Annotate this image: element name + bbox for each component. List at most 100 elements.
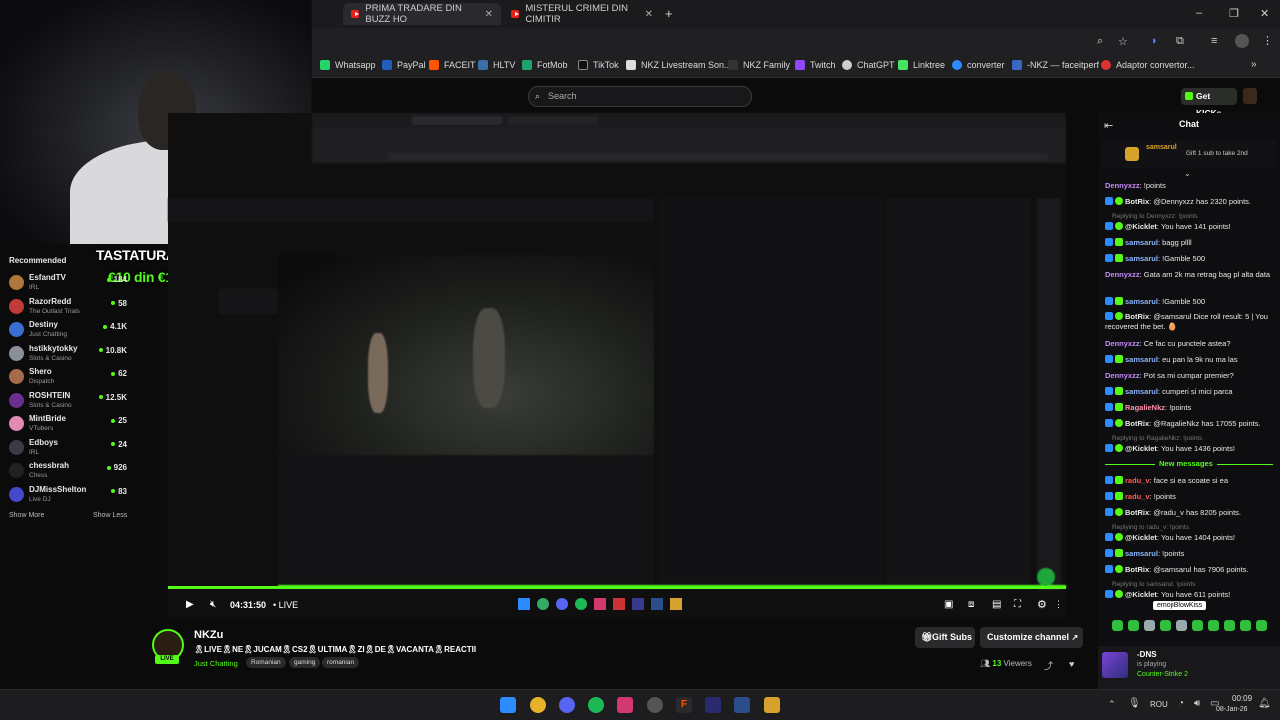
emote-icon[interactable] [1224,620,1235,631]
more-bookmarks-icon[interactable]: » [1251,59,1257,70]
discord-icon[interactable] [559,697,575,713]
profile-avatar[interactable] [1235,34,1249,48]
customize-channel-button[interactable]: Customize channel ↗ [980,627,1083,648]
sidebar-channel[interactable]: EsfandTV IRL 184 [9,272,133,294]
play-icon[interactable]: ▶ [186,599,194,610]
follow-icon[interactable]: ♥ [1069,659,1074,669]
bookmark[interactable]: Twitch [795,60,836,70]
steam-icon[interactable] [647,697,663,713]
emote-icon[interactable] [1112,620,1123,631]
sidebar-channel[interactable]: DJMissShelton Live DJ 83 [9,484,133,506]
chat-username[interactable]: @Kicklet [1125,222,1157,231]
bookmark[interactable]: Whatsapp [320,60,376,70]
clock-time[interactable]: 00:09 [1232,694,1252,703]
miniplayer-icon[interactable]: ⧈ [968,599,974,610]
language-indicator[interactable]: ROU [1150,700,1168,709]
tray-chevron-icon[interactable]: ⌃ [1108,699,1116,710]
chat-username[interactable]: samsarul [1125,355,1158,364]
emote-icon[interactable] [1240,620,1251,631]
tag[interactable]: gaming [289,657,321,668]
chat-message[interactable]: samsarul: cumperi si mici parca [1105,387,1275,397]
sidebar-channel[interactable]: RazorRedd The Outlast Trials 58 [9,296,133,318]
bookmark[interactable]: FACEIT [429,60,476,70]
settings-icon[interactable]: ⚙ [1037,598,1047,611]
channel-name[interactable]: NKZu [194,629,223,641]
chat-username[interactable]: samsarul [1125,549,1158,558]
chat-message[interactable]: samsarul: !Gamble 500 [1105,297,1275,307]
chat-message[interactable]: samsarul: !points [1105,549,1275,559]
windows-start-icon[interactable] [500,697,516,713]
chat-message[interactable]: @Kicklet: You have 141 points! [1105,222,1275,232]
chat-message[interactable]: radu_v: face si ea scoate si ea [1105,476,1275,486]
tag[interactable]: Romanian [246,657,286,668]
bookmark[interactable]: FotMob [522,60,568,70]
chat-message[interactable]: Dennyxzz: Ce fac cu punctele astea? [1105,339,1275,349]
chat-message[interactable]: radu_v: !points [1105,492,1275,502]
video-player[interactable] [168,113,1066,591]
chat-username[interactable]: BotRix [1125,565,1149,574]
chat-message[interactable]: BotRix: @RagalieNkz has 17055 points. [1105,419,1275,429]
chat-message[interactable]: RagalieNkz: !points [1105,403,1275,413]
wifi-icon[interactable]: ◔ [1178,698,1184,709]
media-icon[interactable]: ≡ [1211,35,1217,47]
emote-icon[interactable] [1192,620,1203,631]
get-kicks-button[interactable]: Get KICKs [1181,88,1237,118]
progress-bar[interactable] [168,586,1066,589]
extension-icon[interactable]: ◗ [1151,35,1158,47]
sidebar-channel[interactable]: hstikkytokky Slots & Casino 10.8K [9,343,133,365]
chat-username[interactable]: BotRix [1125,197,1149,206]
mute-icon[interactable]: 🔇︎ [210,599,216,610]
sidebar-channel[interactable]: chessbrah Chess 926 [9,460,133,482]
sidebar-channel[interactable]: Edboys IRL 24 [9,437,133,459]
zoom-icon[interactable]: ⌕ [1097,35,1103,48]
share-icon[interactable]: ⤴ [1044,659,1053,672]
notification-icon[interactable]: 🔔︎ [1258,698,1271,709]
tag[interactable]: romanian [322,657,360,668]
microphone-icon[interactable]: 🎙︎ [1128,698,1141,709]
new-tab-icon[interactable]: + [665,6,673,21]
chat-message[interactable]: BotRix: @radu_v has 8205 points. [1105,508,1275,518]
chat-message[interactable]: samsarul: eu pan la 9k nu ma las [1105,355,1275,365]
close-tab-icon[interactable]: ✕ [485,9,493,20]
emote-icon[interactable] [1176,620,1187,631]
bookmark[interactable]: HLTV [478,60,515,70]
show-less-button[interactable]: Show Less [93,512,127,519]
chat-message[interactable]: Dennyxzz: Pot sa mi cumpar premier? [1105,371,1275,381]
chrome-icon[interactable] [530,697,546,713]
bookmark[interactable]: -NKZ — faceitperf [1012,60,1099,70]
chat-username[interactable]: BotRix [1125,312,1149,321]
chat-username[interactable]: Dennyxzz [1105,339,1140,348]
bookmark[interactable]: converter [952,60,1005,70]
premiere-icon[interactable] [705,697,721,713]
faceit-icon[interactable]: F [676,697,692,713]
file-explorer-icon[interactable] [764,697,780,713]
puzzle-icon[interactable]: ⧉ [1176,35,1184,48]
chat-username[interactable]: @Kicklet [1125,590,1157,599]
search-input[interactable]: ⌕ Search [528,86,752,107]
chat-message[interactable]: samsarul: bagg pllll [1105,238,1275,248]
emote-icon[interactable] [1128,620,1139,631]
chevron-down-icon[interactable]: ⌄ [1184,169,1191,178]
chat-username[interactable]: Dennyxzz [1105,181,1140,190]
tab-prima-tradare[interactable]: PRIMA TRADARE DIN BUZZ HO ✕ [343,3,501,25]
bookmark[interactable]: Adaptor convertor... [1101,60,1195,70]
chat-username[interactable]: samsarul [1125,238,1158,247]
chat-message[interactable]: BotRix: @samsarul Dice roll result: 5 | … [1105,312,1275,332]
bookmark[interactable]: ChatGPT [842,60,895,70]
sidebar-channel[interactable]: MintBride VTubers 25 [9,413,133,435]
emote-icon[interactable] [1256,620,1267,631]
chat-message[interactable]: Dennyxzz: Gata am 2k ma retrag bag pl al… [1105,270,1275,280]
pip-icon[interactable]: ▤ [992,599,1001,610]
emote-icon[interactable] [1144,620,1155,631]
maximize-icon[interactable]: ❐ [1229,7,1239,20]
chat-username[interactable]: radu_v [1125,476,1150,485]
bookmark[interactable]: Linktree [898,60,945,70]
chat-message[interactable]: samsarul: !Gamble 500 [1105,254,1275,264]
gift-subs-button[interactable]: 🎁︎ Gift Subs [915,627,975,648]
bookmark-star-icon[interactable]: ☆ [1118,35,1128,48]
sidebar-channel[interactable]: Destiny Just Chatting 4.1K [9,319,133,341]
chat-username[interactable]: samsarul [1125,387,1158,396]
fullscreen-icon[interactable]: ⛶ [1014,599,1021,610]
chat-username[interactable]: samsarul [1125,254,1158,263]
menu-icon[interactable]: ⋮ [1262,34,1273,47]
